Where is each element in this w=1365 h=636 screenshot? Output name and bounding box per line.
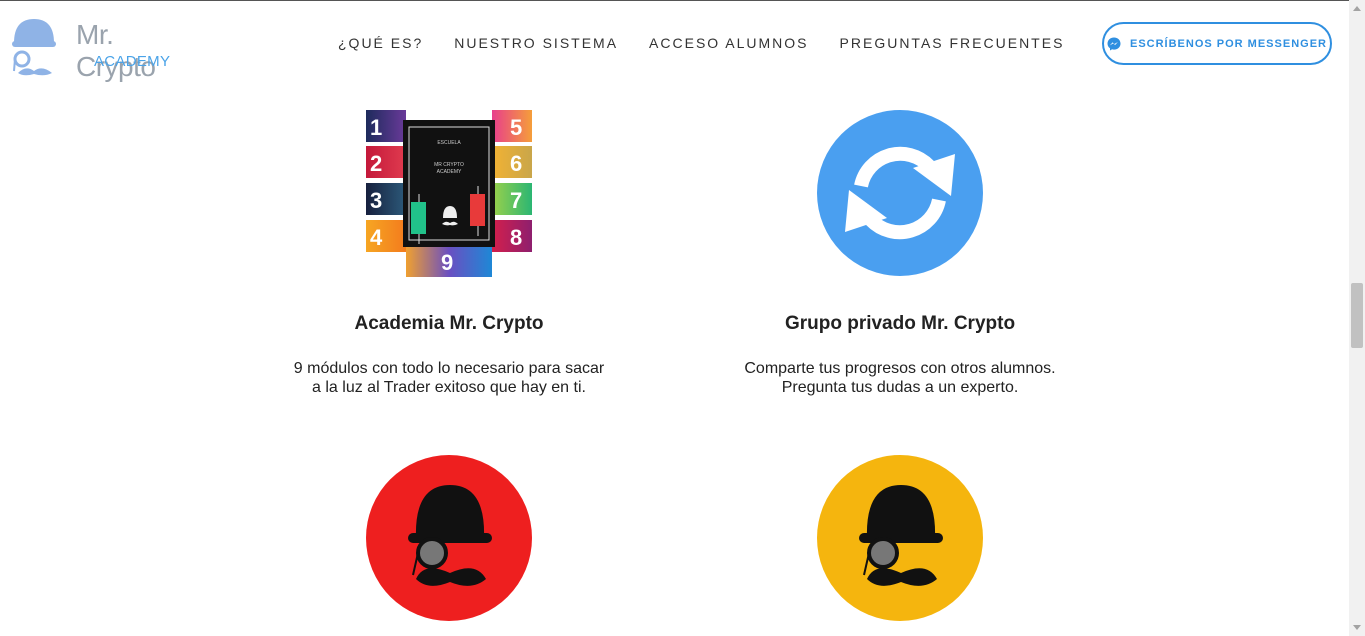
sync-icon xyxy=(817,110,983,276)
modules-collage-image: 1 2 3 4 5 6 7 8 9 ESCUELA MR CRYPTO ACAD… xyxy=(366,110,532,277)
scrollbar-thumb[interactable] xyxy=(1351,283,1363,348)
brand-logo[interactable]: Mr. Crypto ACADEMY xyxy=(8,11,198,82)
feature-description-line: a la luz al Trader exitoso que hay en ti… xyxy=(312,379,586,396)
book-cover-text: ESCUELA xyxy=(437,140,461,146)
book-cover-text: ACADEMY xyxy=(437,169,462,175)
nav-item-preguntas-frecuentes[interactable]: PREGUNTAS FRECUENTES xyxy=(840,35,1065,55)
brand-name: Mr. Crypto xyxy=(76,19,156,82)
page-scrollbar[interactable] xyxy=(1349,0,1365,636)
nav-item-que-es[interactable]: ¿QUÉ ES? xyxy=(338,35,423,55)
module-number: 5 xyxy=(510,115,522,140)
feature-title: Academia Mr. Crypto xyxy=(354,313,544,334)
messenger-icon xyxy=(1107,37,1121,50)
nav-item-nuestro-sistema[interactable]: NUESTRO SISTEMA xyxy=(454,35,618,55)
module-number: 2 xyxy=(370,151,382,176)
site-header: Mr. Crypto ACADEMY ¿QUÉ ES? NUESTRO SIST… xyxy=(0,1,1349,89)
module-number: 3 xyxy=(370,188,382,213)
module-number: 7 xyxy=(510,188,522,213)
book-cover-text: MR CRYPTO xyxy=(434,162,464,168)
feature-academia: Academia Mr. Crypto 9 módulos con todo l… xyxy=(249,313,649,397)
messenger-button[interactable]: ESCRÍBENOS POR MESSENGER xyxy=(1102,22,1332,65)
feature-description-line: Comparte tus progresos con otros alumnos… xyxy=(744,360,1056,377)
brand-subtitle: ACADEMY xyxy=(94,53,171,70)
mascot-logo-icon xyxy=(12,19,56,76)
feature-description-line: Pregunta tus dudas a un experto. xyxy=(781,379,1019,396)
scroll-down-arrow-icon[interactable] xyxy=(1353,625,1361,630)
module-number: 1 xyxy=(370,115,382,140)
module-number: 9 xyxy=(441,250,453,275)
module-number: 4 xyxy=(370,225,383,250)
messenger-button-label: ESCRÍBENOS POR MESSENGER xyxy=(1130,37,1327,50)
mascot-yellow-icon xyxy=(817,455,983,621)
main-nav: ¿QUÉ ES? NUESTRO SISTEMA ACCESO ALUMNOS … xyxy=(338,35,1095,55)
feature-grupo-privado: Grupo privado Mr. Crypto Comparte tus pr… xyxy=(700,313,1100,397)
feature-description-line: 9 módulos con todo lo necesario para sac… xyxy=(293,360,605,377)
feature-title: Grupo privado Mr. Crypto xyxy=(784,313,1016,334)
nav-item-acceso-alumnos[interactable]: ACCESO ALUMNOS xyxy=(649,35,808,55)
scroll-up-arrow-icon[interactable] xyxy=(1353,6,1361,11)
module-number: 8 xyxy=(510,225,522,250)
mascot-red-icon xyxy=(366,455,532,621)
module-number: 6 xyxy=(510,151,522,176)
